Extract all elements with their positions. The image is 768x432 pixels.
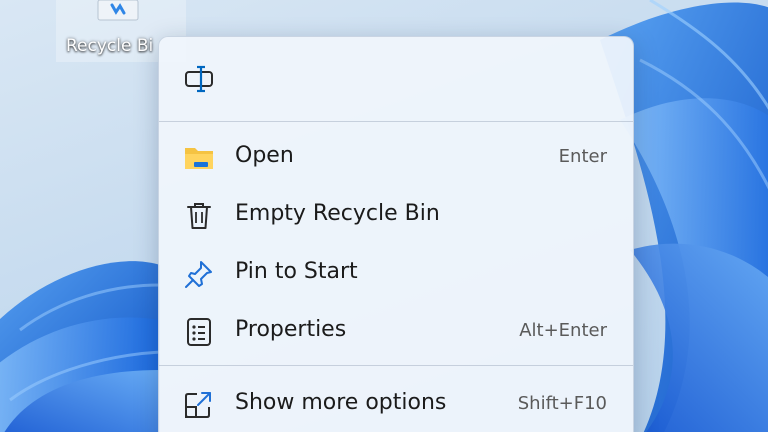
menu-item-shortcut: Shift+F10	[517, 393, 607, 414]
menu-item-label: Empty Recycle Bin	[235, 201, 440, 226]
recycle-bin-label: Recycle Bi	[66, 36, 154, 56]
menu-item-shortcut: Alt+Enter	[519, 320, 607, 341]
pin-icon	[185, 261, 212, 288]
menu-item-show-more-options[interactable]: Show more options Shift+F10	[165, 378, 627, 430]
menu-item-label: Pin to Start	[235, 259, 358, 284]
desktop: Recycle Bi Open Enter Empty Recycle Bin …	[0, 0, 768, 432]
menu-item-pin-to-start[interactable]: Pin to Start	[165, 247, 627, 299]
trash-icon	[187, 203, 211, 229]
folder-icon	[185, 148, 213, 169]
menu-item-shortcut: Enter	[558, 146, 607, 167]
context-menu: Open Enter Empty Recycle Bin Pin to Star…	[158, 36, 634, 432]
rename-button[interactable]	[175, 57, 225, 101]
menu-item-label: Properties	[235, 317, 347, 342]
menu-item-label: Open	[235, 143, 294, 168]
menu-item-open[interactable]: Open Enter	[165, 131, 627, 183]
quick-actions-bar	[159, 37, 633, 121]
rename-icon	[185, 65, 213, 93]
menu-item-label: Show more options	[235, 390, 447, 415]
divider-top	[159, 121, 633, 122]
menu-item-properties[interactable]: Properties Alt+Enter	[165, 305, 627, 357]
properties-icon	[187, 318, 211, 346]
divider-bottom	[159, 365, 633, 366]
menu-item-empty-recycle-bin[interactable]: Empty Recycle Bin	[165, 189, 627, 241]
recycle-bin-icon	[97, 0, 139, 21]
show-more-icon	[185, 392, 211, 418]
